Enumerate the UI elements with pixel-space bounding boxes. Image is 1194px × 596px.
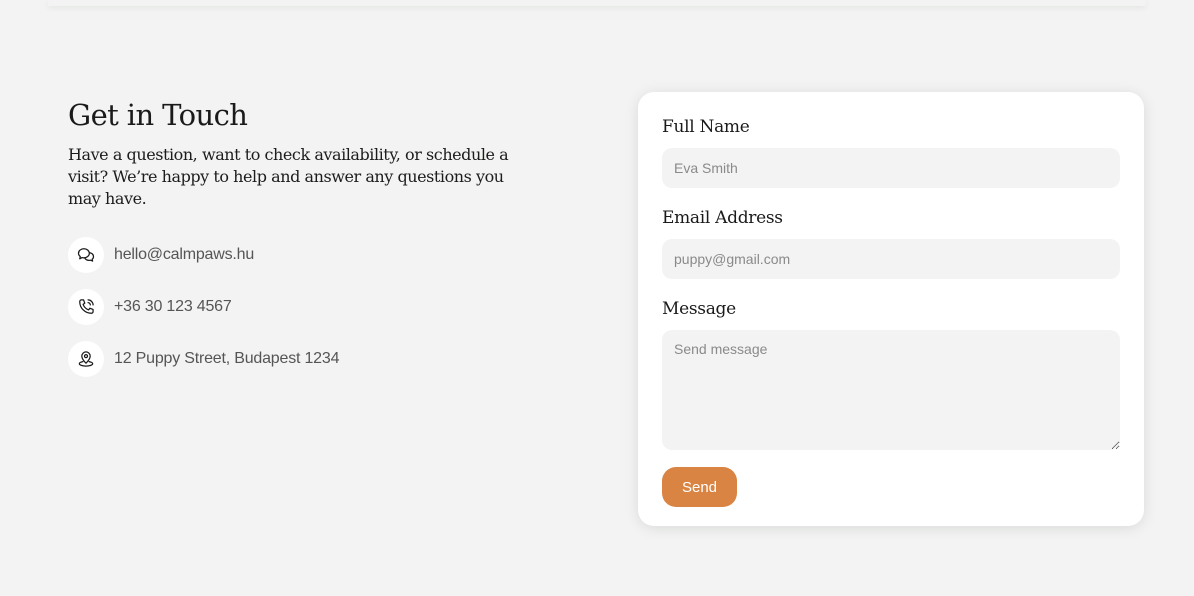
contact-details-list: hello@calmpaws.hu +36 30 123 4567 12 Pup… bbox=[68, 237, 339, 393]
map-pin-icon bbox=[68, 341, 104, 377]
contact-info-section: Get in Touch Have a question, want to ch… bbox=[68, 95, 538, 377]
message-label: Message bbox=[662, 299, 736, 319]
send-button[interactable]: Send bbox=[662, 467, 737, 507]
phone-icon bbox=[68, 289, 104, 325]
email-address-label: Email Address bbox=[662, 208, 783, 228]
full-name-input[interactable] bbox=[662, 148, 1120, 188]
contact-description: Have a question, want to check availabil… bbox=[68, 145, 509, 208]
header-bar-edge bbox=[48, 0, 1146, 6]
full-name-label: Full Name bbox=[662, 117, 750, 137]
email-address-input[interactable] bbox=[662, 239, 1120, 279]
contact-phone-item[interactable]: +36 30 123 4567 bbox=[68, 289, 339, 325]
contact-address-text: 12 Puppy Street, Budapest 1234 bbox=[114, 350, 340, 367]
chat-bubbles-icon bbox=[68, 237, 104, 273]
contact-form-card: Full Name Email Address Message Send bbox=[638, 92, 1144, 526]
message-textarea[interactable] bbox=[662, 330, 1120, 450]
contact-address-item[interactable]: 12 Puppy Street, Budapest 1234 bbox=[68, 341, 339, 377]
contact-email-text: hello@calmpaws.hu bbox=[114, 246, 255, 263]
contact-phone-text: +36 30 123 4567 bbox=[114, 298, 232, 315]
page-title: Get in Touch bbox=[68, 98, 248, 132]
contact-email-item[interactable]: hello@calmpaws.hu bbox=[68, 237, 339, 273]
